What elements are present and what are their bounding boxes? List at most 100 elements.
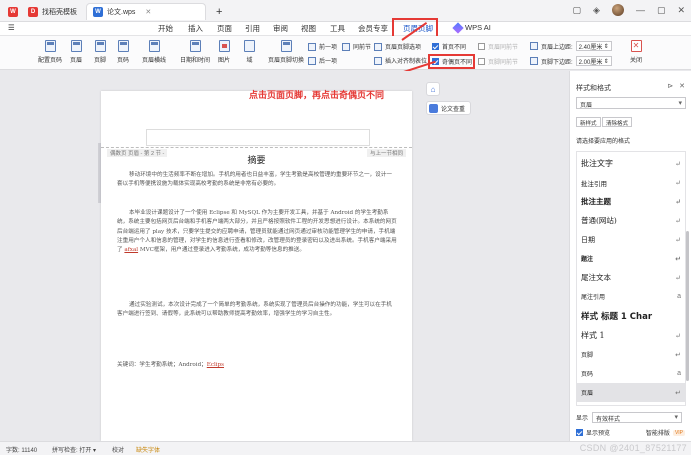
menu-tools[interactable]: 工具 (330, 23, 345, 34)
missing-font-warning[interactable]: 缺失字体 (136, 445, 160, 454)
layout-icon[interactable]: ▢ (573, 5, 582, 16)
wps-doc-icon: W (93, 7, 103, 17)
style-list-scrollbar[interactable] (686, 231, 689, 381)
menu-reference[interactable]: 引用 (245, 23, 260, 34)
style-item[interactable]: 普通(网站) ↵ (577, 211, 685, 230)
style-item[interactable]: 日期 ↵ (577, 230, 685, 249)
maximize-icon[interactable]: ▢ (657, 5, 666, 16)
wps-ai-icon (452, 21, 464, 34)
prev-icon (308, 42, 316, 51)
style-item[interactable]: 样式 1 ↵ (577, 326, 685, 345)
main-menu-icon[interactable]: ☰ (8, 23, 15, 32)
style-item[interactable]: 题注 ↵ (577, 249, 685, 268)
abstract-title: 摘要 (247, 156, 266, 166)
style-list: 批注文字 ↵ 批注引用 ↵ 批注主题 ↵ 普通(网站) ↵ 日期 ↵ 题注 ↵ 尾注文本 ↵ … (576, 151, 686, 406)
checkbox-icon (478, 43, 485, 50)
header-footer-switch-button[interactable]: 页眉页脚切换 (268, 40, 304, 64)
watermark: CSDN @2401_87521177 (579, 443, 687, 453)
link-icon (342, 42, 350, 51)
skin-icon[interactable]: ◈ (593, 5, 600, 16)
switch-icon (280, 40, 292, 52)
clear-format-button[interactable]: 清除格式 (602, 117, 633, 127)
header-frame[interactable] (146, 129, 370, 146)
field-icon (244, 40, 255, 52)
paper-check-button[interactable]: 论文查重 (426, 101, 472, 115)
vip-badge: VIP (672, 429, 685, 436)
header-line-icon (148, 40, 160, 52)
show-filter-select[interactable]: 有效样式 (592, 412, 683, 423)
pin-icon[interactable]: ⊳ (667, 82, 673, 90)
menu-insert[interactable]: 插入 (188, 23, 203, 34)
header-top-margin-input[interactable]: 2.40厘米 ⇕ (575, 41, 612, 51)
menu-view[interactable]: 视图 (301, 23, 316, 34)
prev-item-button[interactable]: 前一项 (308, 42, 337, 51)
page-number-icon (117, 40, 129, 52)
minimize-icon[interactable]: — (636, 5, 645, 15)
config-page-number-button[interactable]: 配置页码 (38, 40, 62, 64)
proofread-button[interactable]: 校对 (112, 445, 124, 454)
footer-bottom-margin: 页脚下边距: 2.00厘米 ⇕ (530, 56, 612, 66)
close-icon[interactable]: ✕ (679, 82, 685, 90)
style-item[interactable]: 页脚 ↵ (577, 345, 685, 364)
footer-bottom-margin-input[interactable]: 2.00厘米 ⇕ (575, 56, 612, 66)
style-item[interactable]: 尾注引用 a (577, 287, 685, 306)
document-page[interactable]: 偶数页 页眉 - 第 2 节 - 与上一节相同 摘要 移动环境中的生活频率不断在… (101, 91, 412, 441)
avatar[interactable] (611, 4, 624, 16)
header-top-margin: 页眉上边距: 2.40厘米 ⇕ (530, 41, 612, 51)
date-time-button[interactable]: 日期和时间 (180, 40, 210, 64)
wps-logo-icon: W (8, 6, 18, 17)
close-tab-icon[interactable]: ✕ (145, 8, 151, 16)
document-area: 偶数页 页眉 - 第 2 节 - 与上一节相同 摘要 移动环境中的生活频率不断在… (0, 71, 428, 441)
style-item[interactable]: 正文↵ (577, 402, 685, 405)
next-item-button[interactable]: 后一项 (308, 56, 337, 65)
page-number-button[interactable]: 页码 (117, 40, 129, 64)
menu-page[interactable]: 页面 (217, 23, 232, 34)
style-item[interactable]: 批注主题 ↵ (577, 192, 685, 211)
footer-button[interactable]: 页脚 (94, 40, 106, 64)
style-item[interactable]: 批注文字 ↵ (577, 154, 685, 173)
header-line-button[interactable]: 页眉横线 (142, 40, 166, 64)
paper-check-icon (429, 103, 438, 113)
style-item[interactable]: 页码 a (577, 364, 685, 383)
current-style-select[interactable]: 页眉 (576, 97, 686, 109)
margin-icon (530, 57, 538, 65)
same-as-prev-button[interactable]: 同前节 (342, 42, 371, 51)
picture-button[interactable]: 图片 (218, 40, 230, 64)
field-button[interactable]: 域 (244, 40, 255, 64)
close-window-icon[interactable]: ✕ (677, 5, 685, 16)
annotation-text: 点击页面页脚，再点击奇偶页不同 (249, 90, 385, 100)
margin-icon (530, 42, 538, 50)
first-page-diff-checkbox[interactable]: 首页不同 (432, 42, 466, 51)
header-options-button[interactable]: 页眉页脚选项 (374, 42, 421, 51)
tab-document[interactable]: W 论文.wps ✕ (86, 3, 206, 20)
title-bar: W D 找稻壳模板 W 论文.wps ✕ + ▢ ◈ — ▢ ✕ (0, 0, 691, 22)
menu-home[interactable]: 开始 (158, 23, 173, 34)
new-style-button[interactable]: 新样式 (576, 117, 601, 127)
close-header-footer-button[interactable]: ✕ 关闭 (630, 40, 642, 64)
spell-check[interactable]: 拼写检查: 打开 ▾ (52, 445, 96, 454)
style-item[interactable]: 尾注文本 ↵ (577, 268, 685, 287)
tab-docer[interactable]: D 找稻壳模板 (22, 3, 83, 20)
style-item-selected[interactable]: 页眉 ↵ (577, 383, 685, 402)
header-button[interactable]: 页眉 (70, 40, 82, 64)
smart-sort-button[interactable]: 智能排版 VIP (646, 428, 685, 437)
paragraph-3: 通过实验测试，本次设计完成了一个简单的考勤系统，系统实现了管理员后台操作的功能，… (117, 302, 392, 318)
menu-review[interactable]: 审阅 (273, 23, 288, 34)
paragraph-2: 本毕业设计课题设计了一个使用 Eclipse 和 MySQL 作为主要开发工具，… (117, 210, 397, 254)
next-icon (308, 56, 316, 65)
insert-align-tab-button[interactable]: 插入对齐制表位 (374, 56, 427, 65)
checkbox-icon (432, 43, 439, 50)
home-tool-icon[interactable]: ⌂ (426, 82, 440, 96)
new-tab-button[interactable]: + (210, 3, 228, 20)
panel-header-icons: ⊳ ✕ (667, 82, 685, 90)
word-count[interactable]: 字数: 11140 (6, 445, 37, 454)
footer-same-prev-checkbox[interactable]: 页脚同前节 (478, 57, 518, 66)
paragraph-2-link: afxal (124, 247, 139, 254)
show-preview-checkbox[interactable]: 显示预览 (576, 428, 610, 437)
menu-member[interactable]: 会员专享 (358, 23, 388, 34)
style-item[interactable]: 样式 标题 1 Char (577, 306, 685, 325)
panel-title: 样式和格式 (576, 85, 611, 92)
menu-wps-ai[interactable]: WPS AI (452, 21, 491, 34)
header-same-prev-checkbox[interactable]: 页眉同前节 (478, 42, 518, 51)
style-item[interactable]: 批注引用 ↵ (577, 173, 685, 192)
